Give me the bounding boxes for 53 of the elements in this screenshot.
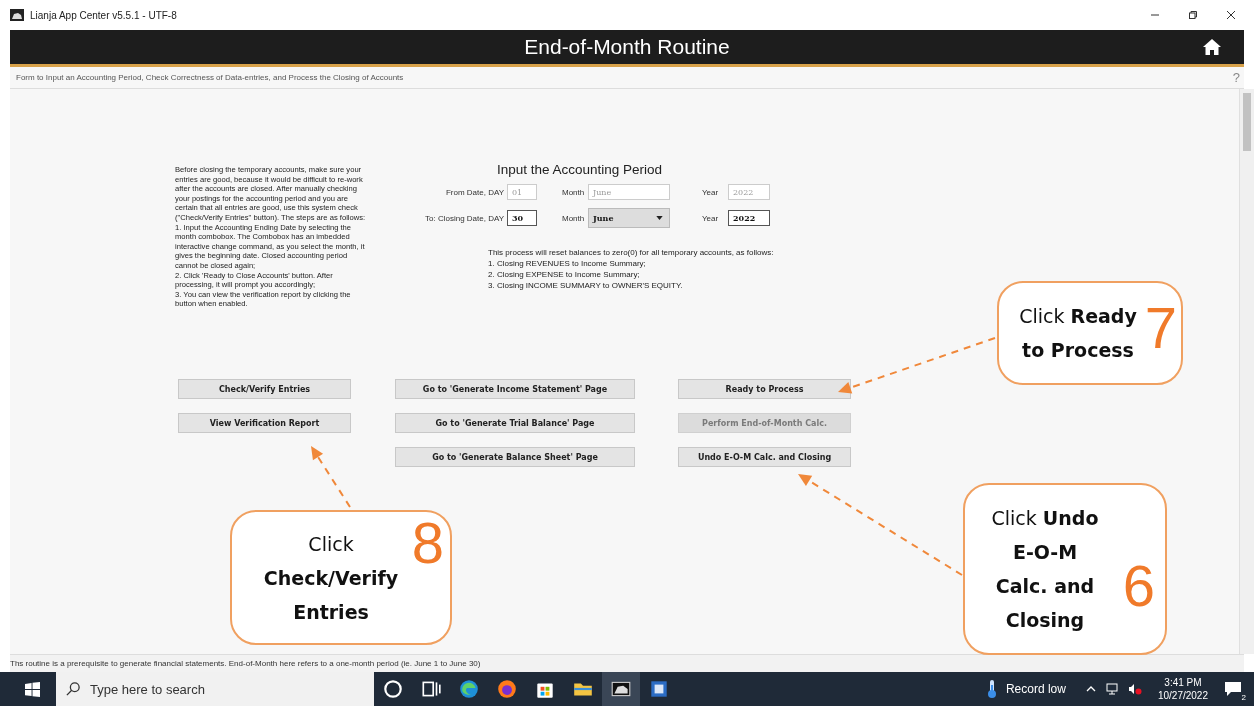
action-button[interactable]: Go to 'Generate Income Statement' Page (395, 379, 635, 399)
document-icon[interactable] (648, 678, 670, 700)
year-field[interactable]: 2022 (728, 210, 770, 226)
home-icon[interactable] (1202, 38, 1222, 56)
page-description: Form to Input an Accounting Period, Check Correctness of Data-entries, and Process the Closing of Accounts (16, 73, 404, 82)
notice-step: 3. Closing INCOME SUMMARY to OWNER'S EQUITY. (488, 280, 795, 291)
status-bar: Ths routine is a prerequisite to generate financial statements. End-of-Month here refers to a one-month period (ie. June 1 to June 30) (10, 654, 1244, 672)
step-number: 6 (1122, 557, 1155, 615)
notice-step: 2. Closing EXPENSE to Income Summary; (488, 269, 795, 280)
fox-browser-icon[interactable] (496, 678, 518, 700)
caret-icon (656, 216, 663, 220)
action-button[interactable]: Go to 'Generate Trial Balance' Page (395, 413, 635, 433)
app-icon (10, 9, 24, 21)
browser-icon[interactable] (458, 678, 480, 700)
circle-icon[interactable] (382, 678, 404, 700)
notification-icon[interactable] (1224, 681, 1242, 697)
dashed-arrow (311, 446, 351, 508)
window-title: Lianja App Center v5.5.1 - UTF-8 (30, 9, 177, 21)
restore-icon[interactable] (1188, 10, 1198, 20)
scrollbar[interactable] (1239, 89, 1254, 654)
field-label: From Date, DAY (444, 187, 505, 197)
callout-text: Click Ready to Process (1018, 304, 1138, 363)
action-button[interactable]: Go to 'Generate Balance Sheet' Page (395, 447, 635, 467)
network-icon[interactable] (1105, 683, 1120, 695)
action-button[interactable]: Ready to Process (678, 379, 851, 399)
notice-step: 1. Closing REVENUES to Income Summary; (488, 258, 795, 269)
field-label: Month (562, 187, 586, 197)
action-button[interactable]: Check/Verify Entries (178, 379, 351, 399)
field-label: Year (702, 213, 720, 223)
windows-start-icon[interactable] (25, 681, 40, 697)
field-label: Month (562, 213, 586, 223)
step-number: 8 (411, 514, 444, 572)
page-title: End-of-Month Routine (524, 35, 730, 59)
notification-count: 2 (1239, 693, 1248, 702)
clock-time[interactable]: 3:41 PM (1164, 676, 1202, 689)
search-icon (66, 682, 80, 696)
section-heading: Input the Accounting Period (497, 162, 664, 177)
step-number: 7 (1144, 299, 1177, 357)
callout-text: Click Check/Verify Entries (262, 531, 400, 625)
field-label: To: Closing Date, DAY (424, 213, 505, 223)
callout-text: Click Undo E-O-M Calc. and Closing (990, 506, 1100, 633)
action-button[interactable]: Undo E-O-M Calc. and Closing (678, 447, 851, 467)
muted-speaker-icon[interactable] (1127, 683, 1142, 695)
notice-text: This process will reset balances to zero(0) for all temporary accounts, as follows: (488, 247, 775, 258)
month-dropdown[interactable]: June (588, 208, 670, 228)
weather-text[interactable]: Record low (1005, 682, 1066, 696)
thermometer-icon (985, 679, 998, 699)
search-field[interactable]: Type here to search (56, 672, 374, 706)
clock-date[interactable]: 10/27/2022 (1157, 689, 1208, 702)
day-field[interactable]: 30 (507, 210, 537, 226)
action-button[interactable]: View Verification Report (178, 413, 351, 433)
field-label: Year (702, 187, 720, 197)
close-icon[interactable] (1226, 10, 1236, 20)
